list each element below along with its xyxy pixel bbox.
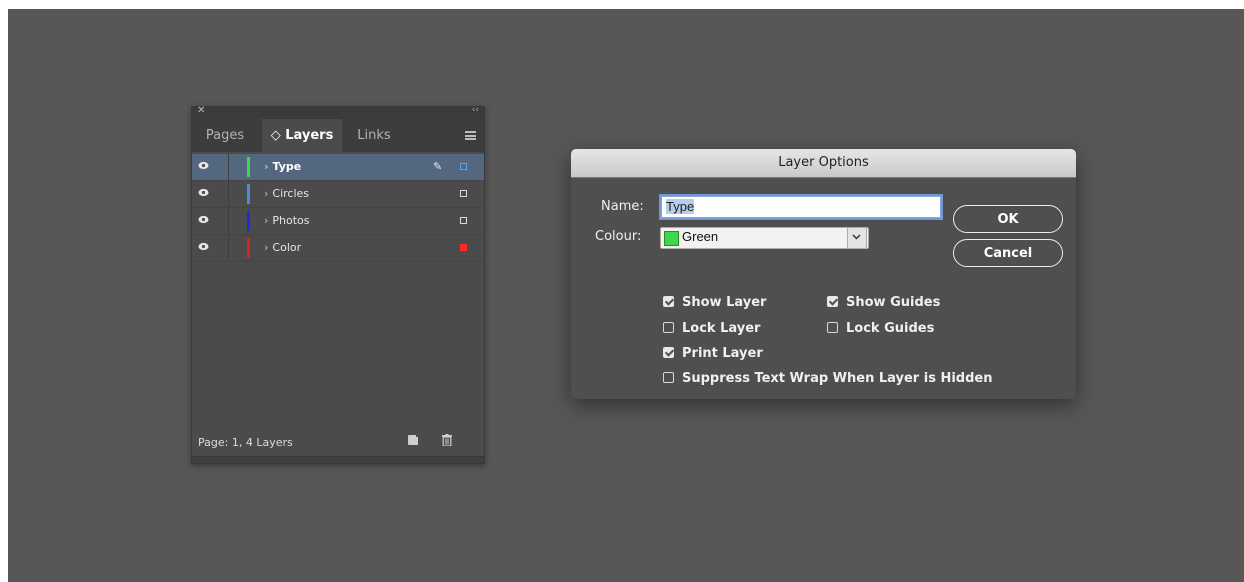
suppress-text-wrap-checkbox[interactable]: Suppress Text Wrap When Layer is Hidden bbox=[663, 371, 992, 386]
trash-icon[interactable] bbox=[442, 434, 452, 446]
panel-footer: Page: 1, 4 Layers bbox=[192, 429, 484, 455]
column-divider bbox=[228, 235, 229, 261]
panel-title-bar: ✕ ‹‹ bbox=[192, 105, 484, 119]
expand-chevron-icon[interactable]: › bbox=[264, 214, 268, 227]
layer-row[interactable]: › Photos bbox=[192, 208, 484, 235]
suppress-text-wrap-label: Suppress Text Wrap When Layer is Hidden bbox=[682, 371, 993, 386]
layer-name[interactable]: › Photos bbox=[264, 214, 310, 227]
workspace-background: ✕ ‹‹ Pages ◇ Layers Links › Type ✎ › Circles… bbox=[8, 9, 1244, 582]
panel-resize-grip[interactable] bbox=[192, 456, 484, 463]
layer-color-bar bbox=[247, 184, 250, 204]
eye-icon[interactable] bbox=[198, 242, 209, 251]
lock-guides-box[interactable] bbox=[827, 322, 838, 333]
layer-name[interactable]: › Color bbox=[264, 241, 301, 254]
print-layer-checkbox[interactable]: Print Layer bbox=[663, 346, 763, 361]
expand-chevron-icon[interactable]: › bbox=[264, 241, 268, 254]
collapse-panel-icon[interactable]: ‹‹ bbox=[472, 105, 479, 115]
show-guides-checkbox[interactable]: Show Guides bbox=[827, 295, 940, 310]
close-panel-icon[interactable]: ✕ bbox=[197, 105, 205, 116]
panel-tabs: Pages ◇ Layers Links bbox=[192, 119, 484, 152]
selection-square-icon[interactable] bbox=[460, 217, 467, 224]
name-field[interactable]: Type bbox=[661, 196, 941, 218]
column-divider bbox=[228, 208, 229, 234]
show-guides-label: Show Guides bbox=[846, 295, 941, 310]
panel-menu-icon[interactable] bbox=[465, 131, 476, 140]
layer-color-bar bbox=[247, 211, 250, 231]
selection-square-icon[interactable] bbox=[460, 244, 467, 251]
lock-guides-label: Lock Guides bbox=[846, 321, 935, 336]
colour-label: Colour: bbox=[595, 229, 642, 244]
lock-layer-checkbox[interactable]: Lock Layer bbox=[663, 321, 760, 336]
chevron-down-icon[interactable] bbox=[847, 227, 867, 249]
layers-panel: ✕ ‹‹ Pages ◇ Layers Links › Type ✎ › Circles… bbox=[191, 105, 485, 464]
new-layer-icon[interactable] bbox=[408, 433, 420, 445]
layer-row[interactable]: › Circles bbox=[192, 181, 484, 208]
lock-layer-box[interactable] bbox=[663, 322, 674, 333]
expand-chevron-icon[interactable]: › bbox=[264, 160, 269, 173]
show-layer-label: Show Layer bbox=[682, 295, 767, 310]
name-value: Type bbox=[666, 199, 695, 214]
column-divider bbox=[228, 181, 229, 207]
tab-pages[interactable]: Pages bbox=[200, 119, 250, 152]
colour-swatch bbox=[664, 231, 679, 246]
layer-color-bar bbox=[247, 157, 250, 177]
lock-layer-label: Lock Layer bbox=[682, 321, 761, 336]
name-label: Name: bbox=[601, 199, 644, 214]
tab-links[interactable]: Links bbox=[350, 119, 398, 152]
lock-guides-checkbox[interactable]: Lock Guides bbox=[827, 321, 934, 336]
eye-icon[interactable] bbox=[198, 188, 209, 197]
show-layer-box[interactable] bbox=[663, 296, 674, 307]
layer-name[interactable]: › Type bbox=[264, 160, 301, 173]
page-layer-count: Page: 1, 4 Layers bbox=[198, 436, 293, 449]
layer-row[interactable]: › Type ✎ bbox=[192, 154, 484, 181]
cancel-button[interactable]: Cancel bbox=[953, 239, 1063, 267]
layer-row[interactable]: › Color bbox=[192, 235, 484, 262]
layer-color-bar bbox=[247, 238, 250, 258]
dialog-title: Layer Options bbox=[571, 149, 1076, 178]
selection-square-icon[interactable] bbox=[460, 190, 467, 197]
eye-icon[interactable] bbox=[198, 161, 209, 170]
show-layer-checkbox[interactable]: Show Layer bbox=[663, 295, 766, 310]
show-guides-box[interactable] bbox=[827, 296, 838, 307]
colour-value: Green bbox=[682, 229, 719, 244]
ok-button[interactable]: OK bbox=[953, 205, 1063, 233]
selection-square-icon[interactable] bbox=[460, 163, 467, 170]
tab-layers[interactable]: ◇ Layers bbox=[262, 119, 342, 152]
expand-chevron-icon[interactable]: › bbox=[264, 187, 268, 200]
layer-name[interactable]: › Circles bbox=[264, 187, 309, 200]
print-layer-box[interactable] bbox=[663, 347, 674, 358]
colour-select[interactable]: Green bbox=[660, 227, 869, 249]
eye-icon[interactable] bbox=[198, 215, 209, 224]
print-layer-label: Print Layer bbox=[682, 346, 763, 361]
column-divider bbox=[228, 154, 229, 180]
suppress-text-wrap-box[interactable] bbox=[663, 372, 674, 383]
layer-options-dialog: Layer Options Name: Type Colour: Green O… bbox=[571, 149, 1076, 399]
pencil-icon: ✎ bbox=[433, 160, 443, 173]
